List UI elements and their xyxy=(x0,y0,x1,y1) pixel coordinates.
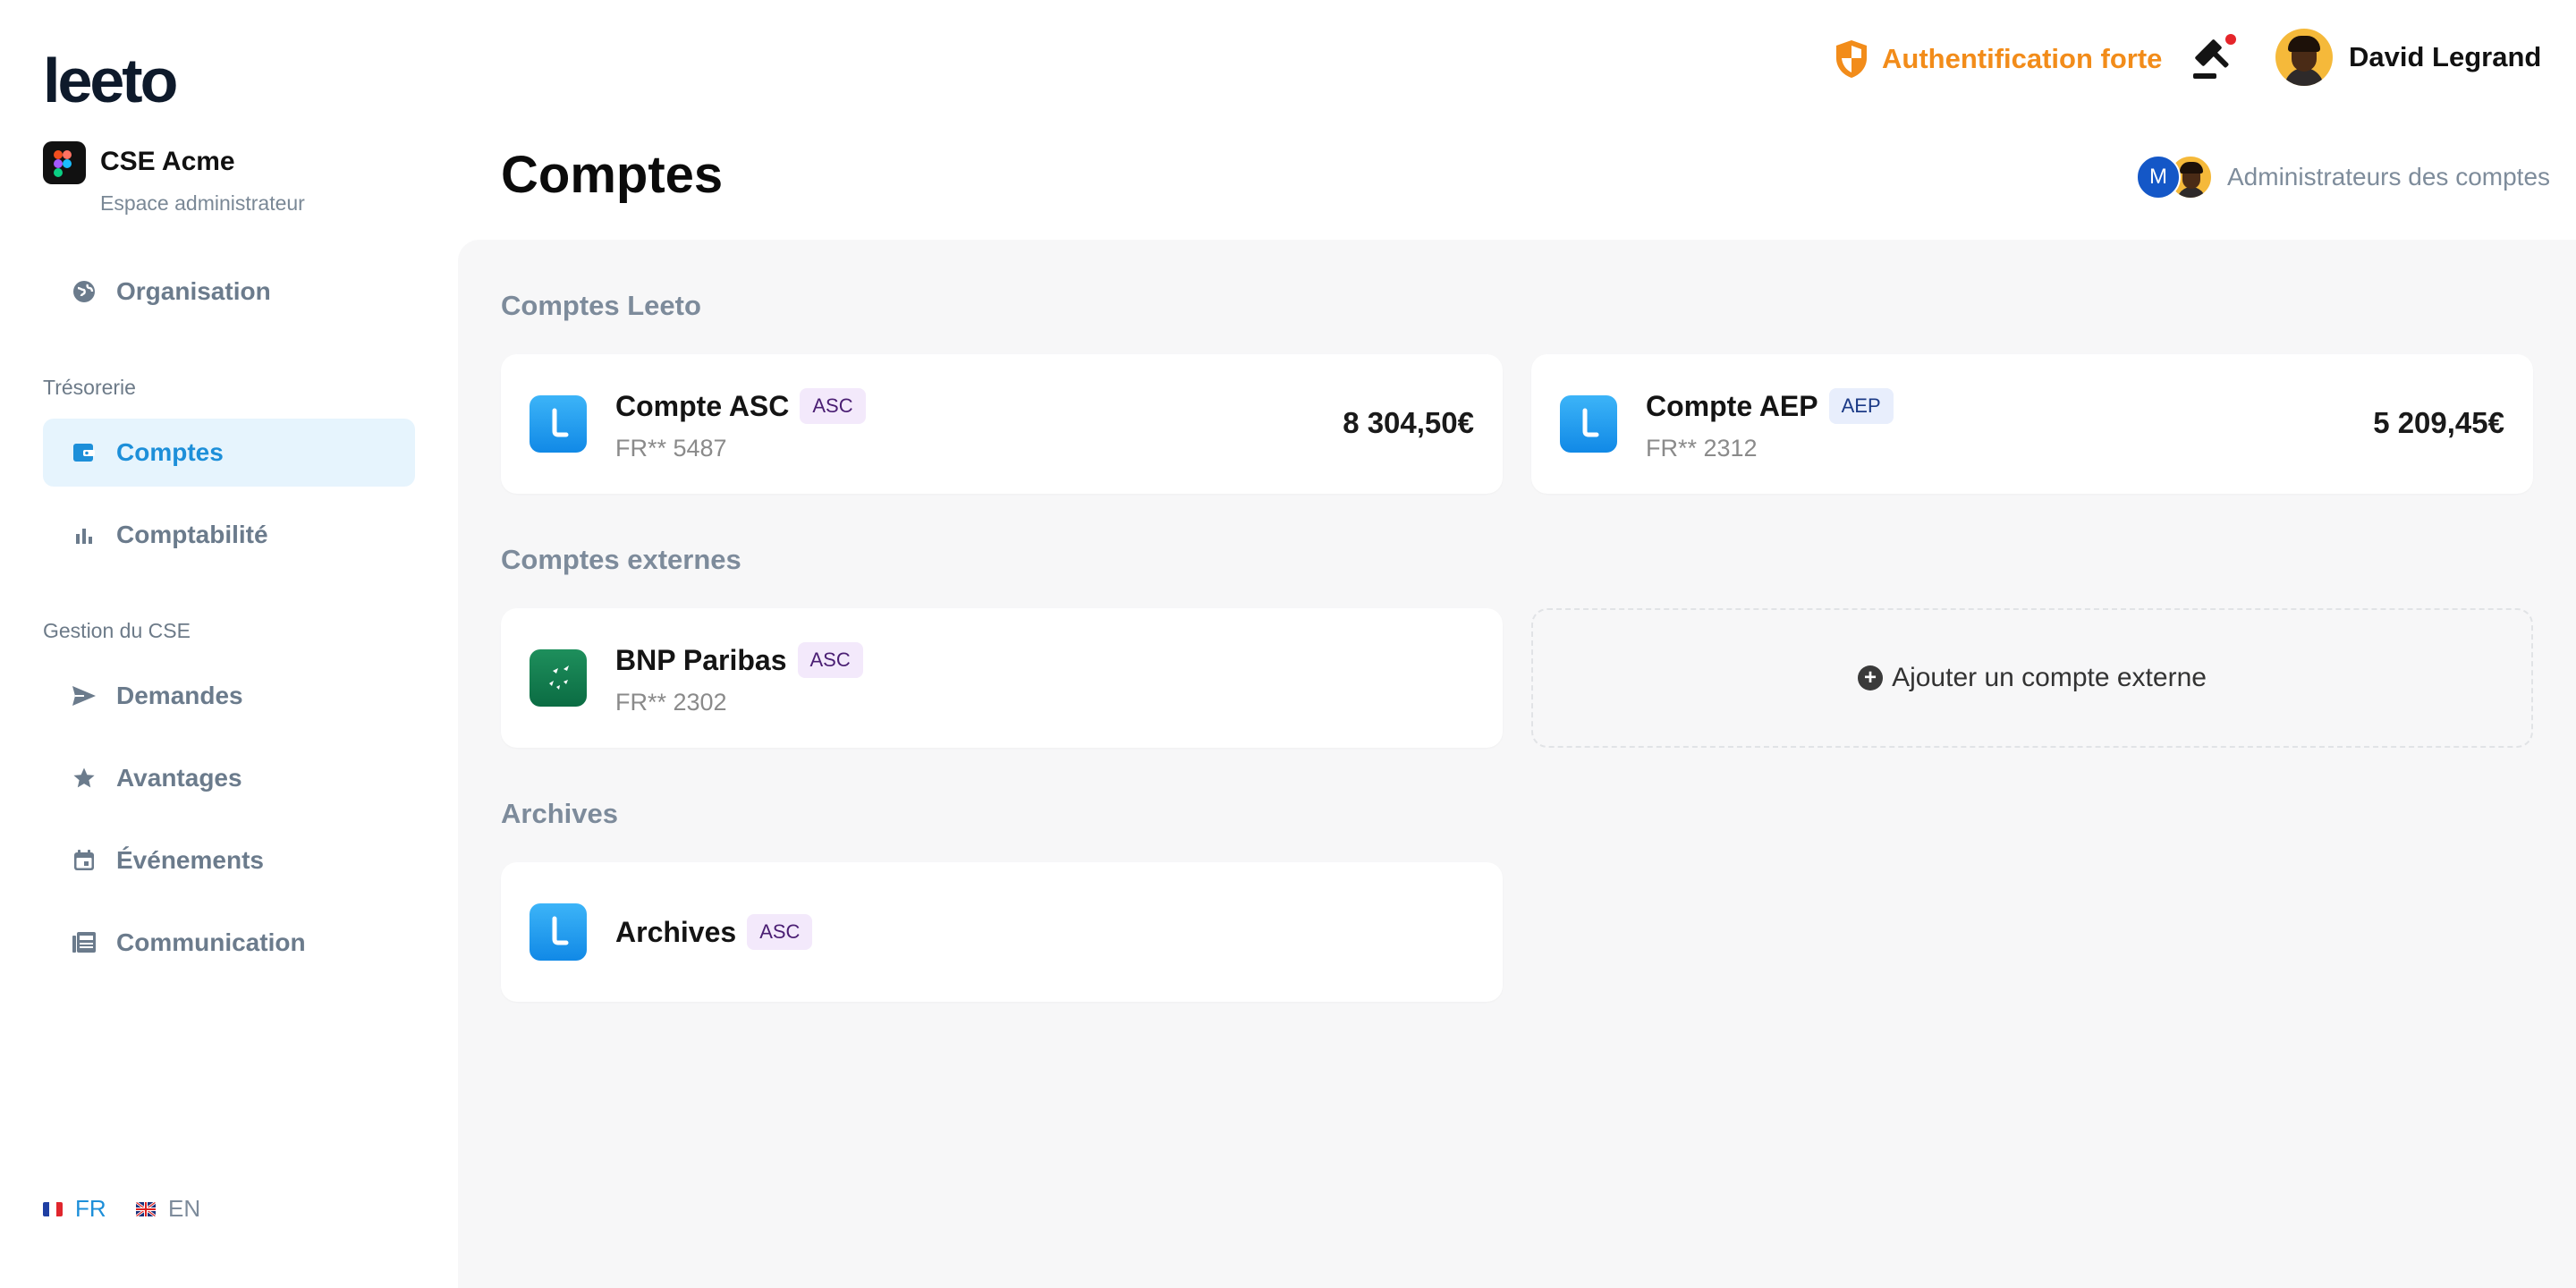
user-name: David Legrand xyxy=(2349,41,2542,72)
section-label-tresorerie: Trésorerie xyxy=(43,376,136,399)
sidebar: leeto CSE Acme Espace administrateur Org… xyxy=(0,0,458,1288)
sidebar-item-avantages[interactable]: Avantages xyxy=(43,744,415,812)
account-iban: FR** 2312 xyxy=(1646,435,1758,462)
sidebar-item-communication[interactable]: Communication xyxy=(43,909,415,977)
calendar-icon xyxy=(72,848,97,873)
sidebar-item-label: Comptes xyxy=(116,438,224,466)
sidebar-item-label: Événements xyxy=(116,846,264,874)
organization-name: CSE Acme xyxy=(100,147,235,176)
plus-circle-icon: + xyxy=(1858,665,1884,691)
add-external-account-label: Ajouter un compte externe xyxy=(1892,663,2207,692)
account-name: Archives ASC xyxy=(615,914,813,950)
bnp-paribas-logo-icon xyxy=(530,649,587,707)
sidebar-item-organisation[interactable]: Organisation xyxy=(43,258,415,326)
sidebar-item-label: Organisation xyxy=(116,277,271,305)
account-name: BNP Paribas ASC xyxy=(615,642,863,678)
sidebar-item-comptabilite[interactable]: Comptabilité xyxy=(43,501,415,569)
user-menu[interactable]: David Legrand xyxy=(2275,29,2541,86)
admins-label: Administrateurs des comptes xyxy=(2227,163,2551,191)
section-label-gestion: Gestion du CSE xyxy=(43,619,191,642)
account-iban: FR** 5487 xyxy=(615,435,727,462)
account-balance: 5 209,45€ xyxy=(2373,406,2504,439)
section-title-external: Comptes externes xyxy=(501,544,741,575)
account-card-asc[interactable]: Compte ASC ASC FR** 5487 8 304,50€ xyxy=(501,354,1503,494)
sidebar-item-demandes[interactable]: Demandes xyxy=(43,662,415,730)
wallet-icon xyxy=(72,440,97,465)
leeto-account-icon xyxy=(530,903,587,961)
account-name: Compte AEP AEP xyxy=(1646,388,1894,424)
account-card-archives[interactable]: Archives ASC xyxy=(501,862,1503,1002)
add-external-account-button[interactable]: + Ajouter un compte externe xyxy=(1531,608,2533,748)
language-en[interactable]: EN xyxy=(136,1195,200,1223)
send-icon xyxy=(72,683,97,708)
language-label: EN xyxy=(168,1195,201,1222)
account-administrators[interactable]: M Administrateurs des comptes xyxy=(2136,154,2550,200)
bar-chart-icon xyxy=(72,522,97,547)
strong-authentication-link[interactable]: Authentification forte xyxy=(1834,38,2162,80)
language-fr[interactable]: FR xyxy=(43,1195,106,1223)
account-badge: ASC xyxy=(797,642,863,678)
section-title-archives: Archives xyxy=(501,798,618,829)
account-name-text: Compte ASC xyxy=(615,389,790,422)
leeto-account-icon xyxy=(1560,395,1617,453)
sidebar-item-label: Comptabilité xyxy=(116,521,268,548)
account-card-bnp[interactable]: BNP Paribas ASC FR** 2302 xyxy=(501,608,1503,748)
account-badge: ASC xyxy=(747,914,813,950)
main-content: Comptes Leeto Compte ASC ASC FR** 5487 8… xyxy=(458,240,2576,1288)
account-iban: FR** 2302 xyxy=(615,689,727,716)
auth-label: Authentification forte xyxy=(1882,43,2163,74)
sidebar-item-label: Avantages xyxy=(116,764,242,792)
star-icon xyxy=(72,766,97,791)
language-label: FR xyxy=(75,1195,106,1222)
notification-dot xyxy=(2225,34,2236,45)
sidebar-item-comptes[interactable]: Comptes xyxy=(43,419,415,487)
flag-fr-icon xyxy=(43,1201,63,1216)
account-card-aep[interactable]: Compte AEP AEP FR** 2312 5 209,45€ xyxy=(1531,354,2533,494)
globe-icon xyxy=(72,279,97,304)
shield-icon xyxy=(1834,38,1869,80)
account-badge: AEP xyxy=(1828,388,1894,424)
flag-uk-icon xyxy=(136,1201,156,1216)
section-title-leeto: Comptes Leeto xyxy=(501,290,701,321)
account-name-text: Archives xyxy=(615,915,737,948)
leeto-account-icon xyxy=(530,395,587,453)
admin-avatar-initial: M xyxy=(2136,155,2181,199)
sidebar-item-evenements[interactable]: Événements xyxy=(43,826,415,894)
sidebar-item-label: Demandes xyxy=(116,682,243,709)
account-name-text: BNP Paribas xyxy=(615,643,787,676)
organization-switcher[interactable]: CSE Acme Espace administrateur xyxy=(43,141,419,222)
page-title: Comptes xyxy=(501,146,724,204)
account-balance: 8 304,50€ xyxy=(1343,406,1474,439)
organization-subtitle: Espace administrateur xyxy=(100,191,305,215)
account-badge: ASC xyxy=(800,388,866,424)
account-name: Compte ASC ASC xyxy=(615,388,866,424)
user-avatar xyxy=(2275,29,2333,86)
figma-icon xyxy=(43,141,86,184)
leeto-logo[interactable]: leeto xyxy=(43,45,178,116)
sidebar-item-label: Communication xyxy=(116,928,306,956)
account-name-text: Compte AEP xyxy=(1646,389,1818,422)
newspaper-icon xyxy=(72,930,97,955)
